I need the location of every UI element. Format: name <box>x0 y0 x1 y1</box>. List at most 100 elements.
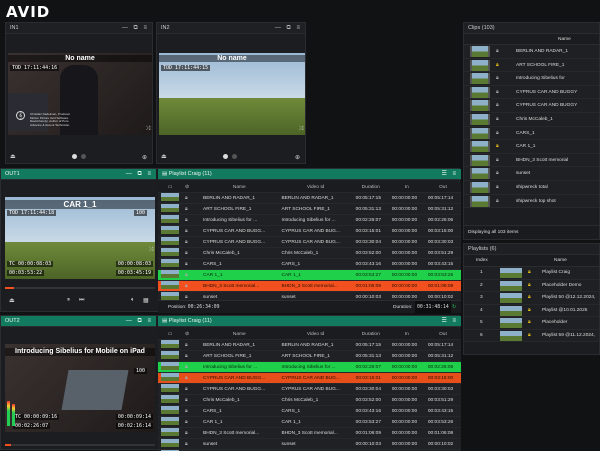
cell-out: 00:02:26:06 <box>425 362 461 373</box>
row-marker-icon <box>192 215 200 226</box>
playlist-item[interactable]: 2🔒︎Placeholder Demo <box>464 280 599 293</box>
playlist-item[interactable]: 1🔒︎Playlist Craig <box>464 267 599 280</box>
list-view-icons[interactable]: ☰ ≡ <box>441 169 458 180</box>
out1-progress-track[interactable] <box>5 287 155 289</box>
pause-icon[interactable]: ⏸ <box>67 297 70 304</box>
table-row[interactable]: 🔒︎Introducing Sibelius for ...Introducin… <box>158 362 461 373</box>
playlists-col-index[interactable]: Index <box>476 255 488 267</box>
clip-item[interactable]: 🔒︎ART SCHOOL FIRE_1 <box>464 59 599 73</box>
clip-item[interactable]: 🔒︎shipwreck top shot <box>464 195 599 209</box>
col-duration[interactable]: Duration <box>353 182 389 193</box>
clip-item[interactable]: 🔒︎CAR 1_1 <box>464 140 599 154</box>
col-name[interactable]: Name <box>200 329 278 340</box>
col-out[interactable]: Out <box>425 182 461 193</box>
ipad-shape <box>61 370 128 410</box>
table-row[interactable]: 🔒︎CARS_1CARS_100:03:43:1600:00:00:0000:0… <box>158 406 461 417</box>
clip-item[interactable]: 🔒︎Chris McCaleb_1 <box>464 113 599 127</box>
out1-playlist-name[interactable]: Playlist Craig <box>169 171 201 177</box>
cell-name: Introducing Sibelius for ... <box>200 362 278 373</box>
table-row[interactable]: 🔒︎CYPRUS CAR AND BUGG...CYPRUS CAR AND B… <box>158 226 461 237</box>
clip-item[interactable]: 🔒︎sunset <box>464 167 599 181</box>
col-video-id[interactable]: Video Id <box>279 329 353 340</box>
playlist-icon: ▤ <box>162 318 169 324</box>
col-video-id[interactable]: Video Id <box>279 182 353 193</box>
table-row[interactable]: 🔒︎CAR 1_1CAR 1_100:03:53:2700:00:00:0000… <box>158 417 461 428</box>
clip-name: BHDN_3 Scott memorial <box>516 154 568 168</box>
eject-icon[interactable]: ⏏ <box>9 297 15 304</box>
table-row[interactable]: 🔒︎CYPRUS CAR AND BUGG...CYPRUS CAR AND B… <box>158 237 461 248</box>
in2-timecode: TOD 17:11:44:15 <box>161 65 210 71</box>
thumbnail-icon <box>158 292 182 301</box>
clip-item[interactable]: 🔒︎BERLIN AND RADAR_1 <box>464 45 599 59</box>
playlist-item[interactable]: 5🔒︎Placeholder <box>464 317 599 330</box>
table-row[interactable]: 🔒︎BERLIN AND RADAR_1BERLIN AND RADAR_100… <box>158 340 461 351</box>
clip-item[interactable]: 🔒︎shipwreck total <box>464 181 599 195</box>
clip-item[interactable]: 🔒︎Introducing Sibelius for <box>464 72 599 86</box>
table-row[interactable]: 🔒︎Chris McCaleb_1Chris McCaleb_100:03:52… <box>158 248 461 259</box>
page-dot-active[interactable] <box>223 154 228 159</box>
table-row[interactable]: 🔒︎BHDN_3 Scott memorial...BHDN_3 Scott m… <box>158 428 461 439</box>
skip-next-icon[interactable]: ⏭ <box>79 297 84 304</box>
cell-name: ART SCHOOL FIRE_1 <box>200 351 278 362</box>
row-marker-icon <box>192 270 200 281</box>
clip-item[interactable]: 🔒︎CARS_1 <box>464 127 599 141</box>
list-view-icons[interactable]: ☰ ≡ <box>441 316 458 327</box>
playlists-col-name[interactable]: Name <box>554 255 567 267</box>
volume-icon[interactable]: 🔈︎ <box>131 297 135 304</box>
col-in[interactable]: In <box>389 182 425 193</box>
table-row[interactable]: 🔒︎sunsetsunset00:00:10:0300:00:00:0000:0… <box>158 439 461 450</box>
table-row[interactable]: 🔒︎CAR 1_1CAR 1_100:03:53:2700:00:00:0000… <box>158 270 461 281</box>
col-name[interactable]: Name <box>200 182 278 193</box>
cell-video-id: CYPRUS CAR AND BUG... <box>279 373 353 384</box>
clips-col-name[interactable]: Name <box>558 34 571 45</box>
table-row[interactable]: 🔒︎BHDN_3 Scott memorial...BHDN_3 Scott m… <box>158 281 461 292</box>
playlist-item[interactable]: 3🔒︎Playlist 50 @12.12.2024, <box>464 292 599 305</box>
table-row[interactable]: 🔒︎Chris McCaleb_1Chris McCaleb_100:03:52… <box>158 395 461 406</box>
cell-in: 00:00:00:00 <box>389 351 425 362</box>
table-row[interactable]: 🔒︎CYPRUS CAR AND BUGG...CYPRUS CAR AND B… <box>158 384 461 395</box>
table-row[interactable]: 🔒︎Introducing Sibelius for ...Introducin… <box>158 215 461 226</box>
col-out[interactable]: Out <box>425 329 461 340</box>
cell-video-id: BHDN_3 Scott memorial... <box>279 281 353 292</box>
table-row[interactable]: 🔒︎ART SCHOOL FIRE_1ART SCHOOL FIRE_100:0… <box>158 351 461 362</box>
col-duration[interactable]: Duration <box>353 329 389 340</box>
shuffle-icon[interactable]: ⤨ <box>298 126 303 133</box>
col-flag <box>192 329 200 340</box>
refresh-icon[interactable]: ↻ <box>452 301 456 314</box>
page-dot[interactable] <box>81 154 86 159</box>
cell-in: 00:00:00:00 <box>389 281 425 292</box>
playlist-item[interactable]: 4🔒︎Playlist @10.01.2025 <box>464 305 599 318</box>
col-in[interactable]: In <box>389 329 425 340</box>
clip-name: shipwreck total <box>516 181 548 195</box>
cell-out: 00:03:30:03 <box>425 384 461 395</box>
clip-item[interactable]: 🔒︎BHDN_3 Scott memorial <box>464 154 599 168</box>
out2-progress-track[interactable] <box>5 444 155 446</box>
page-dot-active[interactable] <box>72 154 77 159</box>
add-icon[interactable]: ⊕ <box>142 154 147 161</box>
clip-item[interactable]: 🔒︎CYPRUS CAR AND BUGGY <box>464 86 599 100</box>
cell-in: 00:00:00:00 <box>389 439 425 450</box>
shuffle-icon[interactable]: ⤨ <box>145 126 150 133</box>
out1-tc-right1: 00:00:08:03 <box>116 261 153 267</box>
playlist-item[interactable]: 6🔒︎Playlist 59 @11.12.2024, <box>464 330 599 343</box>
eject-icon[interactable]: ⏏ <box>10 153 16 160</box>
clip-item[interactable]: 🔒︎CYPRUS CAR AND BUGGY <box>464 99 599 113</box>
eject-icon[interactable]: ⏏ <box>161 153 167 160</box>
lock-icon: 🔒︎ <box>528 267 531 280</box>
table-row[interactable]: 🔒︎CARS_1CARS_100:03:43:1600:00:00:0000:0… <box>158 259 461 270</box>
panel-window-icons[interactable]: — ⧉ ≡ <box>126 169 153 180</box>
panel-window-icons[interactable]: — ⧉ ≡ <box>275 23 302 34</box>
table-row[interactable]: 🔒︎ART SCHOOL FIRE_1ART SCHOOL FIRE_100:0… <box>158 204 461 215</box>
lock-icon: 🔒︎ <box>182 259 192 270</box>
panel-window-icons[interactable]: — ⧉ ≡ <box>126 316 153 327</box>
out2-playlist-name[interactable]: Playlist Craig <box>169 318 201 324</box>
table-row[interactable]: 🔒︎BERLIN AND RADAR_1BERLIN AND RADAR_100… <box>158 193 461 204</box>
shuffle-icon[interactable]: ⤨ <box>148 247 153 254</box>
panel-window-icons[interactable]: — ⧉ ≡ <box>122 23 149 34</box>
page-dot[interactable] <box>232 154 237 159</box>
table-row[interactable]: 🔒︎CYPRUS CAR AND BUGG...CYPRUS CAR AND B… <box>158 373 461 384</box>
add-icon[interactable]: ⊕ <box>295 154 300 161</box>
table-row[interactable]: 🔒︎sunsetsunset00:00:10:0300:00:00:0000:0… <box>158 292 461 301</box>
cell-video-id: CYPRUS CAR AND BUG... <box>279 384 353 395</box>
calendar-icon[interactable]: ▦ <box>143 297 149 304</box>
